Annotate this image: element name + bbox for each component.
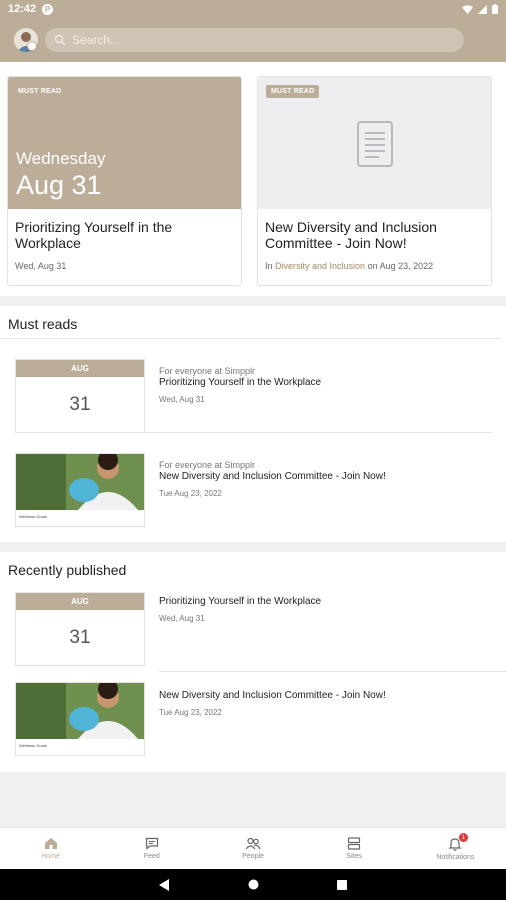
search-icon <box>54 34 66 46</box>
bottom-tab-bar: Home Feed People Sites 1 Notifications <box>0 827 506 869</box>
signal-icon <box>478 4 487 14</box>
list-item[interactable]: Wellness Goals For everyone at Simpplr N… <box>0 433 506 533</box>
tab-sites[interactable]: Sites <box>304 828 405 869</box>
featured-date: Wed, Aug 31 <box>15 261 67 271</box>
photo-caption: Wellness Goals <box>19 514 47 519</box>
sites-icon <box>348 837 361 850</box>
feed-icon <box>145 837 158 850</box>
home-button-icon[interactable] <box>248 879 259 890</box>
item-title: New Diversity and Inclusion Committee - … <box>159 471 386 482</box>
home-icon <box>44 838 57 849</box>
meta-suffix: on Aug 23, 2022 <box>365 261 434 271</box>
tab-label: People <box>242 853 264 860</box>
tab-people[interactable]: People <box>202 828 303 869</box>
hero-day: Wednesday <box>16 149 106 168</box>
featured-card[interactable]: MUST READ New Diversity and Inclusion Co… <box>257 76 492 286</box>
wellness-photo <box>16 454 144 510</box>
photo-thumbnail: Wellness Goals <box>15 453 145 527</box>
site-link[interactable]: Diversity and Inclusion <box>275 261 365 271</box>
system-nav-bar <box>0 869 506 900</box>
calendar-thumbnail: AUG 31 <box>15 359 145 433</box>
featured-hero: MUST READ <box>258 77 491 209</box>
status-icons <box>462 4 498 14</box>
must-read-badge: MUST READ <box>18 88 62 95</box>
tab-label: Notifications <box>436 853 475 861</box>
featured-title: Prioritizing Yourself in the Workplace <box>15 219 173 251</box>
calendar-day: 31 <box>69 394 91 415</box>
wellness-photo <box>16 683 144 739</box>
list-item[interactable]: AUG 31 For everyone at Simpplr Prioritiz… <box>0 339 506 433</box>
app-notification-icon: P <box>42 3 54 15</box>
tab-label: Feed <box>143 853 160 860</box>
featured-card[interactable]: MUST READ Wednesday Aug 31 Prioritizing … <box>7 76 242 286</box>
photo-caption: Wellness Goals <box>19 743 47 748</box>
calendar-thumbnail: AUG 31 <box>15 592 145 666</box>
tab-label: Home <box>41 853 60 860</box>
status-bar: 12:42 P <box>0 0 506 18</box>
item-date: Wed, Aug 31 <box>159 614 205 623</box>
avatar-status-icon <box>27 41 37 51</box>
recently-published-section: Recently published AUG 31 Prioritizing Y… <box>0 552 506 772</box>
meta-prefix: In <box>265 261 276 271</box>
recents-icon[interactable] <box>337 879 347 890</box>
featured-carousel: MUST READ Wednesday Aug 31 Prioritizing … <box>0 62 506 296</box>
search-placeholder: Search... <box>72 33 121 47</box>
featured-meta: In Diversity and Inclusion on Aug 23, 20… <box>265 261 433 271</box>
back-icon[interactable] <box>159 878 170 891</box>
app-header: Search... <box>0 18 506 62</box>
calendar-month: AUG <box>16 360 144 377</box>
must-read-badge: MUST READ <box>266 85 320 98</box>
item-date: Tue Aug 23, 2022 <box>159 708 222 717</box>
audience-label: For everyone at Simpplr <box>159 366 256 376</box>
photo-thumbnail: Wellness Goals <box>15 682 145 756</box>
tab-feed[interactable]: Feed <box>101 828 202 869</box>
home-feed[interactable]: MUST READ Wednesday Aug 31 Prioritizing … <box>0 62 506 827</box>
item-date: Wed, Aug 31 <box>159 395 205 404</box>
featured-title: New Diversity and Inclusion Committee - … <box>265 219 437 251</box>
featured-hero: MUST READ Wednesday Aug 31 <box>8 77 241 209</box>
list-item[interactable]: AUG 31 Prioritizing Yourself in the Work… <box>0 582 506 672</box>
calendar-month: AUG <box>16 593 144 610</box>
item-date: Tue Aug 23, 2022 <box>159 489 222 498</box>
list-item[interactable]: Wellness Goals New Diversity and Inclusi… <box>0 672 506 762</box>
notification-count-badge: 1 <box>458 833 468 842</box>
item-title: Prioritizing Yourself in the Workplace <box>159 377 322 388</box>
hero-date: Aug 31 <box>16 170 102 200</box>
status-time: 12:42 <box>8 3 37 15</box>
wifi-icon <box>462 4 473 14</box>
calendar-day: 31 <box>69 627 91 648</box>
audience-label: For everyone at Simpplr <box>159 460 256 470</box>
item-title: New Diversity and Inclusion Committee - … <box>159 690 386 701</box>
document-icon <box>357 121 393 167</box>
section-title: Must reads <box>0 306 500 339</box>
section-title: Recently published <box>8 562 127 578</box>
item-title: Prioritizing Yourself in the Workplace <box>159 596 322 607</box>
tab-notifications[interactable]: 1 Notifications <box>405 828 506 869</box>
tab-label: Sites <box>346 853 362 860</box>
people-icon <box>245 837 261 850</box>
battery-icon <box>492 4 498 14</box>
search-input[interactable]: Search... <box>45 28 464 52</box>
must-reads-section: Must reads AUG 31 For everyone at Simppl… <box>0 306 506 542</box>
tab-home[interactable]: Home <box>0 828 101 869</box>
